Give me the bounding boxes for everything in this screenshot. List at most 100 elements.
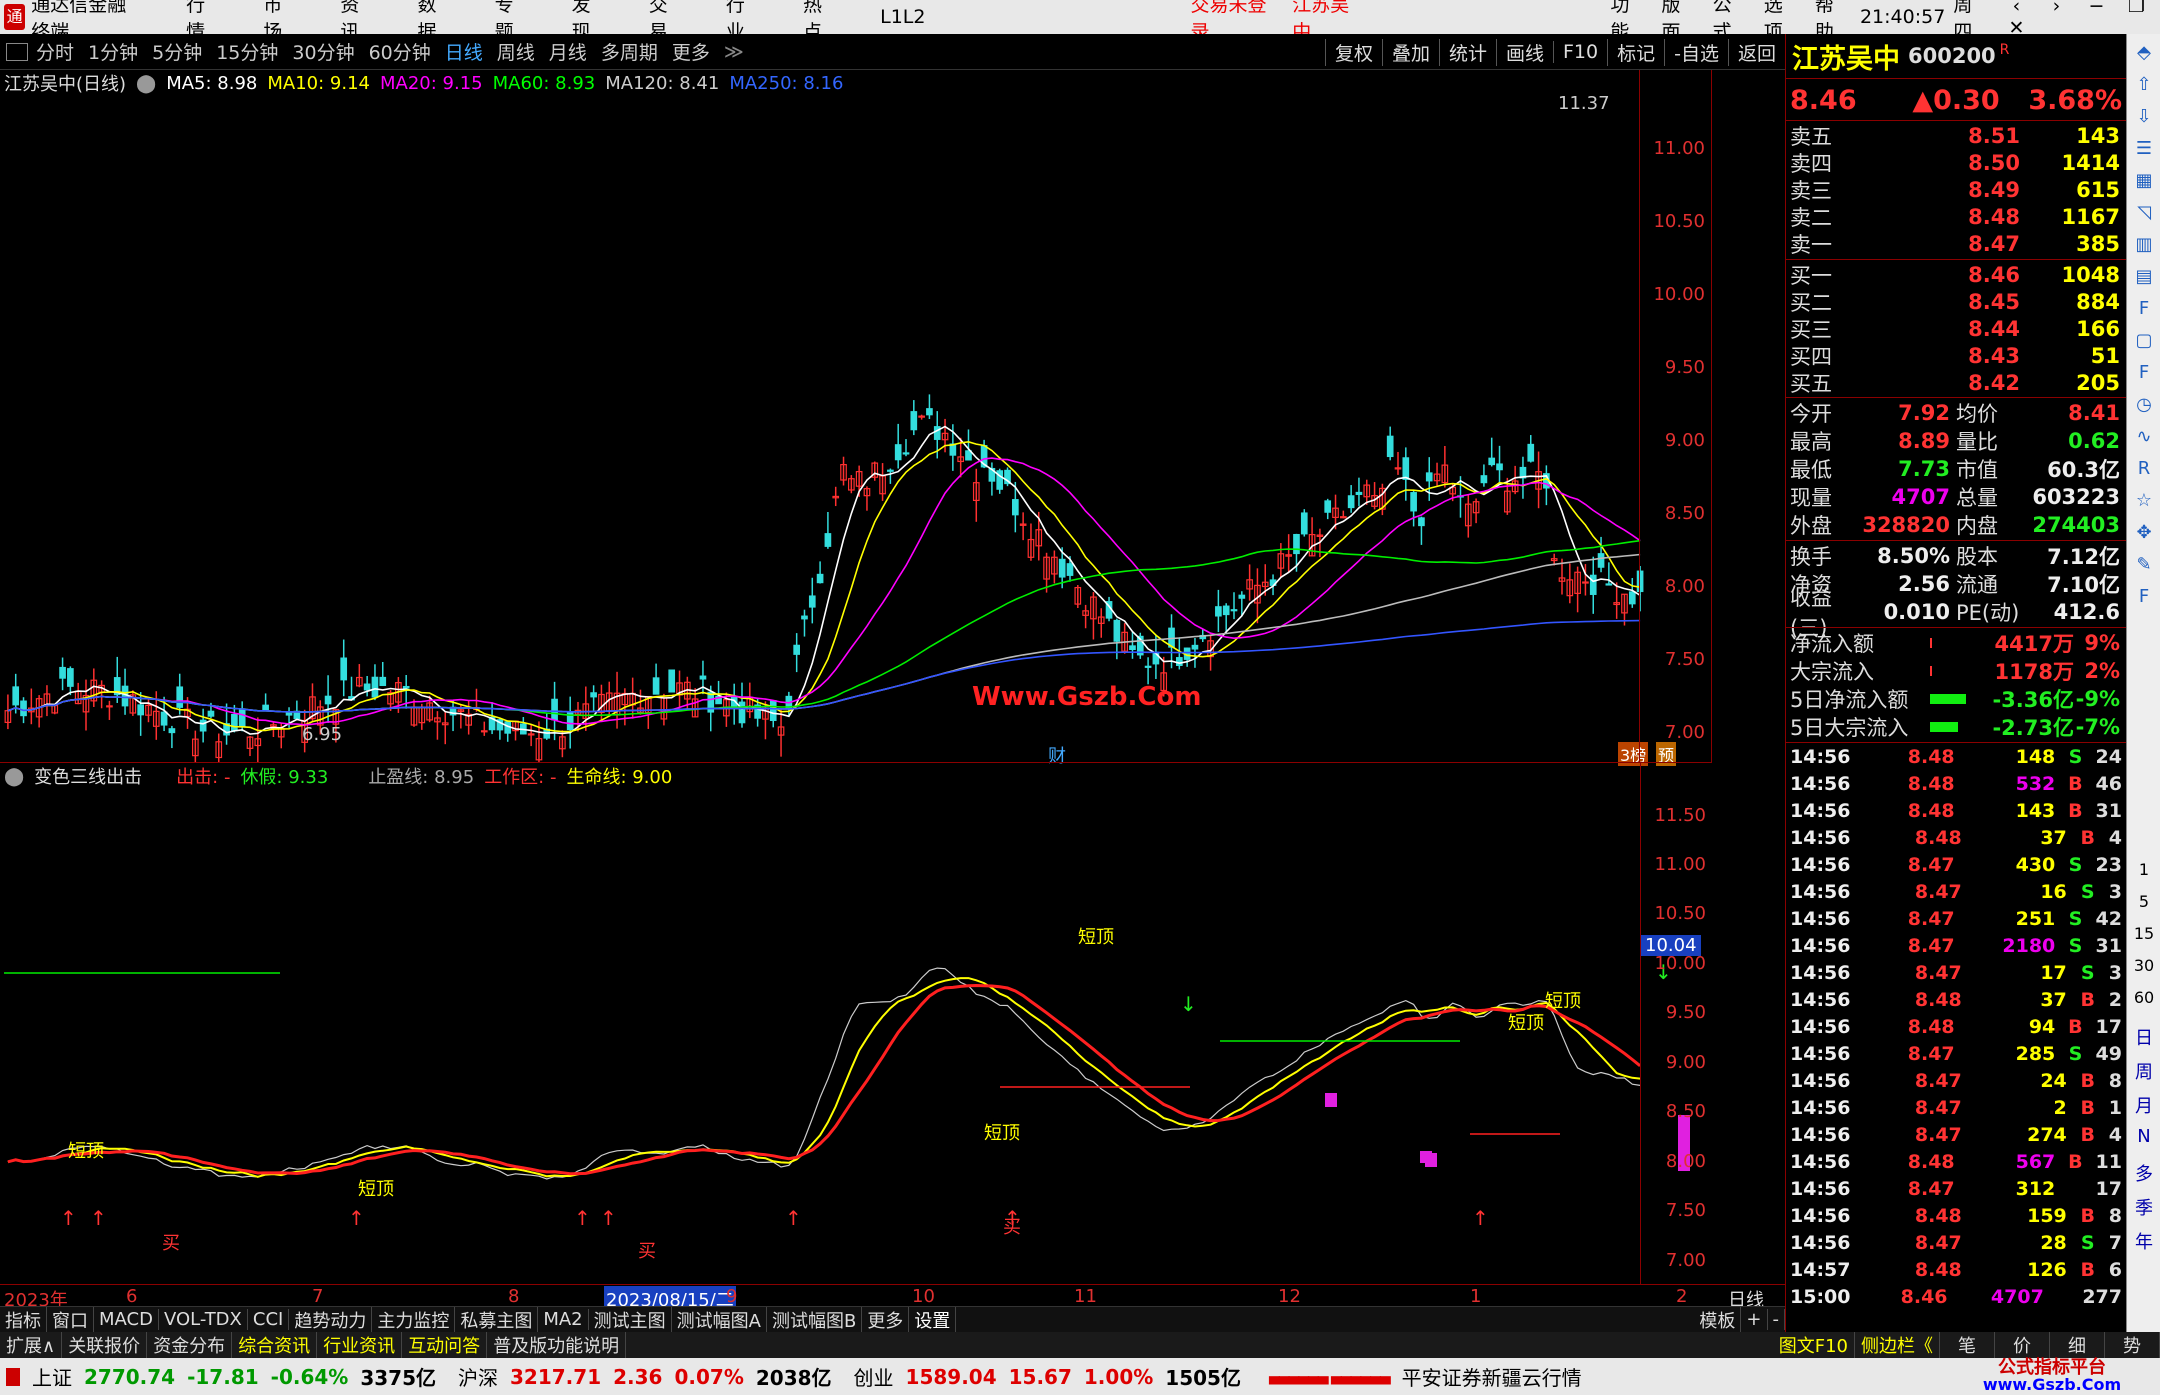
tool-button[interactable]: 叠加 xyxy=(1381,38,1439,66)
minimize-icon[interactable]: − xyxy=(2076,0,2116,17)
side-tab[interactable]: 势 xyxy=(2105,1332,2160,1358)
period-mini[interactable]: 5 xyxy=(2129,892,2159,911)
indicator-tab[interactable]: 趋势动力 xyxy=(289,1306,373,1333)
indicator-tab[interactable]: 更多 xyxy=(862,1306,910,1333)
toggle-icon[interactable] xyxy=(6,42,28,61)
ask-row[interactable]: 卖四 8.50 1414 xyxy=(1790,149,2120,176)
period-shortcut[interactable]: 年 xyxy=(2129,1228,2159,1254)
doc-icon[interactable]: ▢ xyxy=(2131,330,2157,354)
cy-name[interactable]: 创业 xyxy=(854,1362,894,1391)
rsi-icon[interactable]: R xyxy=(2131,458,2157,482)
restore-icon[interactable]: ❐ xyxy=(2116,0,2156,17)
bid-row[interactable]: 买三 8.44 166 xyxy=(1790,315,2120,342)
menu-item[interactable]: L1L2 xyxy=(880,6,925,28)
period-tab[interactable]: 周线 xyxy=(497,38,535,65)
bid-row[interactable]: 买五 8.42 205 xyxy=(1790,369,2120,396)
period-shortcut[interactable]: 月 xyxy=(2129,1092,2159,1118)
more-arrow-icon[interactable]: ≫ xyxy=(724,41,744,63)
info-tab[interactable]: 普及版功能说明 xyxy=(487,1332,627,1358)
add-window-button[interactable]: + xyxy=(1741,1309,1768,1330)
indicator-tab[interactable]: 指标 xyxy=(0,1306,47,1333)
f-icon[interactable]: F xyxy=(2131,362,2157,386)
kline-chart[interactable] xyxy=(0,70,1712,762)
info-tab[interactable]: 综合资讯 xyxy=(232,1332,318,1358)
grid-icon[interactable]: ▦ xyxy=(2131,170,2157,194)
collapse-icon[interactable]: ⬘ xyxy=(2131,42,2157,66)
f10-button[interactable]: 图文F10 xyxy=(1773,1332,1855,1358)
signal-icon[interactable]: ∿ xyxy=(2131,426,2157,450)
indicator-panel[interactable]: ⬤ 变色三线出击 出击: - 休假: 9.33 止盈线: 8.95 工作区: -… xyxy=(0,762,1712,1284)
stock-name[interactable]: 江苏吴中 xyxy=(1792,37,1900,76)
sh-name[interactable]: 上证 xyxy=(32,1362,72,1391)
star-icon[interactable]: ☆ xyxy=(2131,490,2157,514)
indicator-chart[interactable]: ↑ ↑ ↑ ↑ ↑ ↑ ↑ ↑↓↓ xyxy=(0,763,1712,1285)
period-tab[interactable]: 30分钟 xyxy=(292,38,354,65)
down-icon[interactable]: ⇩ xyxy=(2131,106,2157,130)
fs-icon[interactable]: F xyxy=(2131,586,2157,610)
period-tab[interactable]: 月线 xyxy=(549,38,587,65)
ask-row[interactable]: 卖一 8.47 385 xyxy=(1790,230,2120,257)
period-mini[interactable]: 60 xyxy=(2129,988,2159,1007)
indicator-tab[interactable]: 主力监控 xyxy=(372,1306,456,1333)
period-tab[interactable]: 60分钟 xyxy=(369,38,431,65)
side-tab[interactable]: 笔 xyxy=(1940,1332,1995,1358)
period-mini[interactable]: 30 xyxy=(2129,956,2159,975)
main-kline-panel[interactable]: 江苏吴中(日线) ⬤ MA5: 8.98 MA10: 9.14 MA20: 9.… xyxy=(0,70,1712,767)
remove-window-button[interactable]: - xyxy=(1768,1309,1785,1330)
ask-row[interactable]: 卖二 8.48 1167 xyxy=(1790,203,2120,230)
pen-icon[interactable]: ✎ xyxy=(2131,554,2157,578)
tool-button[interactable]: -自选 xyxy=(1664,38,1728,66)
period-mini[interactable]: 1 xyxy=(2129,860,2159,879)
indicator-tab[interactable]: 窗口 xyxy=(47,1306,94,1333)
clock-icon[interactable]: ◷ xyxy=(2131,394,2157,418)
tool-button[interactable]: 返回 xyxy=(1727,38,1785,66)
tool-button[interactable]: 标记 xyxy=(1607,38,1664,66)
ask-row[interactable]: 卖三 8.49 615 xyxy=(1790,176,2120,203)
indicator-tab[interactable]: 测试幅图B xyxy=(767,1306,863,1333)
up-icon[interactable]: ⇧ xyxy=(2131,74,2157,98)
tool-button[interactable]: F10 xyxy=(1553,41,1607,63)
info-tab[interactable]: 互动问答 xyxy=(402,1332,488,1358)
period-tab-active[interactable]: 日线 xyxy=(445,38,483,65)
bid-row[interactable]: 买二 8.45 884 xyxy=(1790,288,2120,315)
tool-button[interactable]: 复权 xyxy=(1324,38,1382,66)
side-tab[interactable]: 细 xyxy=(2050,1332,2105,1358)
f10-icon[interactable]: F xyxy=(2131,298,2157,322)
period-tab[interactable]: 多周期 xyxy=(601,38,658,65)
hs-name[interactable]: 沪深 xyxy=(458,1362,498,1391)
indicator-tab[interactable]: 测试主图 xyxy=(589,1306,672,1333)
indicator-tab[interactable]: 设置 xyxy=(909,1306,957,1333)
bid-row[interactable]: 买一 8.46 1048 xyxy=(1790,261,2120,288)
period-tab[interactable]: 分时 xyxy=(36,38,74,65)
ask-row[interactable]: 卖五 8.51 143 xyxy=(1790,122,2120,149)
compass-icon[interactable]: ✥ xyxy=(2131,522,2157,546)
bid-row[interactable]: 买四 8.43 51 xyxy=(1790,342,2120,369)
period-shortcut[interactable]: 日 xyxy=(2129,1024,2159,1050)
period-mini[interactable]: 15 xyxy=(2129,924,2159,943)
info-tab[interactable]: 关联报价 xyxy=(62,1332,148,1358)
table-icon[interactable]: ▤ xyxy=(2131,266,2157,290)
indicator-tab[interactable]: VOL-TDX xyxy=(159,1309,248,1330)
info-tab[interactable]: 资金分布 xyxy=(147,1332,233,1358)
side-tab[interactable]: 价 xyxy=(1995,1332,2050,1358)
expand-tab[interactable]: 扩展∧ xyxy=(0,1332,63,1358)
info-tab[interactable]: 行业资讯 xyxy=(317,1332,403,1358)
period-tab[interactable]: 5分钟 xyxy=(152,38,202,65)
period-shortcut[interactable]: 周 xyxy=(2129,1058,2159,1084)
period-tab[interactable]: 15分钟 xyxy=(216,38,278,65)
sidebar-toggle[interactable]: 侧边栏《 xyxy=(1855,1332,1940,1358)
period-tab[interactable]: 更多 xyxy=(672,38,710,65)
indicator-tab[interactable]: MA2 xyxy=(538,1309,589,1330)
period-shortcut[interactable]: N xyxy=(2129,1126,2159,1147)
bar-icon[interactable]: ▥ xyxy=(2131,234,2157,258)
indicator-tab[interactable]: 测试幅图A xyxy=(672,1306,767,1333)
forward-icon[interactable]: › xyxy=(2036,0,2076,17)
period-tab[interactable]: 1分钟 xyxy=(88,38,138,65)
tool-button[interactable]: 统计 xyxy=(1438,38,1496,66)
back-icon[interactable]: ‹ xyxy=(1996,0,2036,17)
period-shortcut[interactable]: 多 xyxy=(2129,1160,2159,1186)
tool-button[interactable]: 画线 xyxy=(1495,38,1553,66)
indicator-tab[interactable]: 私募主图 xyxy=(455,1306,539,1333)
period-shortcut[interactable]: 季 xyxy=(2129,1194,2159,1220)
list-icon[interactable]: ☰ xyxy=(2131,138,2157,162)
